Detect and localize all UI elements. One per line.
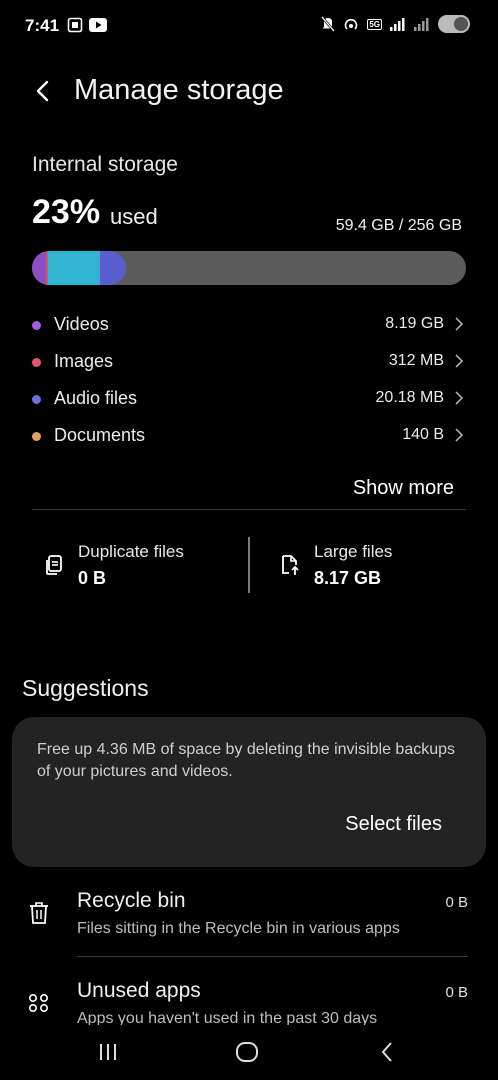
bar-segment-other: [48, 251, 100, 285]
apps-grid-icon: [28, 994, 49, 1013]
category-size: 8.19 GB: [385, 315, 444, 332]
suggestion-card: Free up 4.36 MB of space by deleting the…: [12, 717, 486, 867]
list-item-subtitle: Files sitting in the Recycle bin in vari…: [77, 920, 400, 937]
category-row-images[interactable]: Images 312 MB: [32, 350, 466, 374]
divider: [77, 956, 468, 957]
storage-percent-suffix: used: [110, 204, 158, 229]
list-item-value: 0 B: [445, 894, 468, 911]
status-time: 7:41: [25, 16, 60, 35]
category-row-documents[interactable]: Documents 140 B: [32, 424, 466, 448]
suggestions-title: Suggestions: [22, 675, 149, 701]
tile-label: Large files: [314, 542, 393, 561]
signal-icon: [390, 18, 405, 31]
select-files-button[interactable]: Select files: [345, 813, 442, 836]
duplicate-files-icon: [46, 555, 62, 575]
tile-value: 8.17 GB: [314, 568, 382, 588]
bar-segment-audio: [100, 251, 126, 285]
list-item-title: Unused apps: [77, 979, 201, 1002]
category-dot: [32, 321, 41, 330]
navigation-bar: [0, 1025, 498, 1080]
divider: [32, 509, 466, 510]
back-icon[interactable]: [375, 1039, 401, 1065]
suggestion-text: Free up 4.36 MB of space by deleting the…: [37, 741, 456, 780]
page-title: Manage storage: [74, 74, 284, 106]
chevron-right-icon: [455, 317, 464, 331]
back-arrow-icon[interactable]: [28, 76, 58, 106]
show-more-button[interactable]: Show more: [353, 477, 454, 500]
tile-label: Duplicate files: [78, 542, 184, 561]
category-label: Documents: [54, 425, 146, 445]
status-bar: 7:41 5G: [0, 0, 498, 50]
list-item-subtitle: Apps you haven't used in the past 30 day…: [77, 1010, 378, 1025]
category-label: Audio files: [54, 388, 138, 408]
storage-percent: 23%: [32, 193, 101, 231]
category-row-videos[interactable]: Videos 8.19 GB: [32, 313, 466, 337]
category-size: 140 B: [402, 426, 444, 443]
tile-value: 0 B: [78, 568, 107, 588]
category-dot: [32, 395, 41, 404]
list-item-value: 0 B: [445, 984, 468, 1001]
category-dot: [32, 432, 41, 441]
header: Manage storage: [0, 70, 498, 114]
internal-storage-title: Internal storage: [32, 153, 178, 176]
storage-usage-bar: [32, 251, 466, 285]
home-icon[interactable]: [234, 1039, 260, 1065]
category-label: Images: [54, 351, 114, 371]
tile-separator: [248, 537, 250, 593]
chevron-right-icon: [455, 391, 464, 405]
large-files-icon: [282, 555, 299, 575]
category-row-audio[interactable]: Audio files 20.18 MB: [32, 387, 466, 411]
storage-used-total: 59.4 GB / 256 GB: [335, 217, 462, 234]
network-type-badge: 5G: [367, 18, 382, 30]
hotspot-icon: [345, 18, 358, 30]
chevron-right-icon: [455, 428, 464, 442]
category-size: 20.18 MB: [375, 389, 444, 406]
youtube-icon: [89, 18, 107, 32]
list-item-title: Recycle bin: [77, 889, 186, 912]
signal-r-icon: [414, 18, 429, 31]
category-label: Videos: [54, 314, 109, 334]
category-dot: [32, 358, 41, 367]
bar-segment-videos: [32, 251, 46, 285]
status-left-icons: [67, 17, 107, 33]
category-size: 312 MB: [388, 352, 444, 369]
toggle-icon: [438, 15, 470, 33]
trash-icon: [30, 902, 48, 924]
unused-apps-item[interactable]: Unused apps Apps you haven't used in the…: [0, 979, 498, 1025]
recycle-bin-item[interactable]: Recycle bin Files sitting in the Recycle…: [0, 889, 498, 959]
chevron-right-icon: [455, 354, 464, 368]
large-files-tile[interactable]: Large files 8.17 GB: [278, 537, 468, 597]
screen-record-icon: [67, 17, 83, 33]
recents-icon[interactable]: [95, 1039, 121, 1065]
mute-icon: [321, 16, 336, 32]
duplicate-files-tile[interactable]: Duplicate files 0 B: [42, 537, 242, 597]
status-right-icons: 5G: [321, 15, 470, 33]
